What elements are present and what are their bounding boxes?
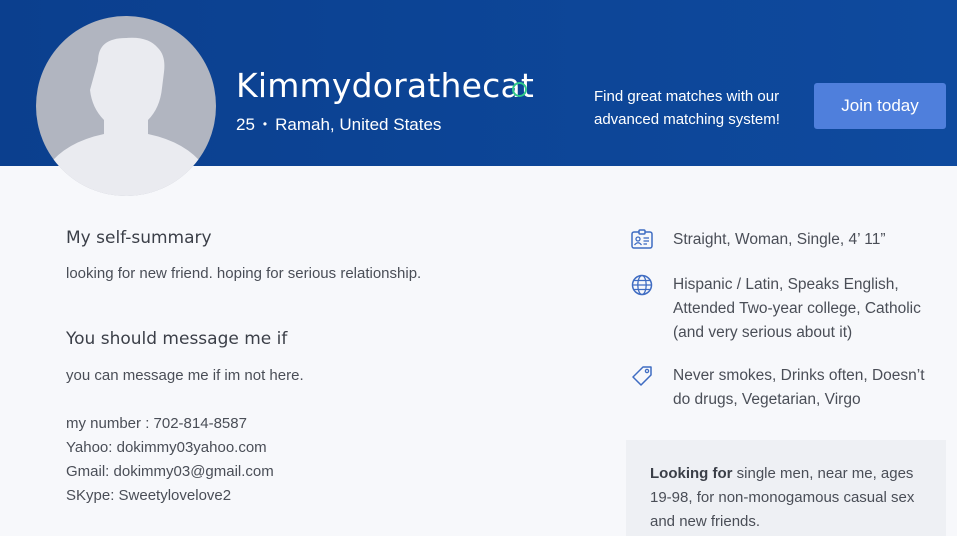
detail-lifestyle-text: Never smokes, Drinks often, Doesn’t do d… — [673, 367, 925, 408]
meta-separator: • — [262, 117, 268, 131]
self-summary-title: My self-summary — [66, 228, 212, 248]
self-summary-text: looking for new friend. hoping for serio… — [66, 265, 422, 282]
message-me-title: You should message me if — [66, 329, 288, 349]
online-status-icon — [512, 82, 527, 97]
tag-icon — [632, 366, 652, 386]
join-today-button[interactable]: Join today — [814, 83, 946, 129]
looking-for-label: Looking for — [650, 465, 733, 482]
globe-icon — [631, 274, 653, 296]
profile-username: Kimmydorathecat — [236, 66, 535, 105]
promo-text: Find great matches with our advanced mat… — [594, 88, 780, 128]
detail-background-text: Hispanic / Latin, Speaks English, Attend… — [673, 276, 921, 341]
profile-age: 25 — [236, 115, 255, 134]
detail-basics-text: Straight, Woman, Single, 4’ 11” — [673, 231, 886, 248]
profile-meta: 25 • Ramah, United States — [236, 115, 441, 135]
avatar[interactable] — [36, 16, 216, 196]
id-card-icon — [631, 229, 653, 249]
looking-for-box: Looking for single men, near me, ages 19… — [626, 440, 946, 536]
message-me-text: you can message me if im not here. my nu… — [66, 367, 304, 504]
default-avatar-icon — [48, 37, 204, 196]
profile-location: Ramah, United States — [275, 115, 442, 134]
